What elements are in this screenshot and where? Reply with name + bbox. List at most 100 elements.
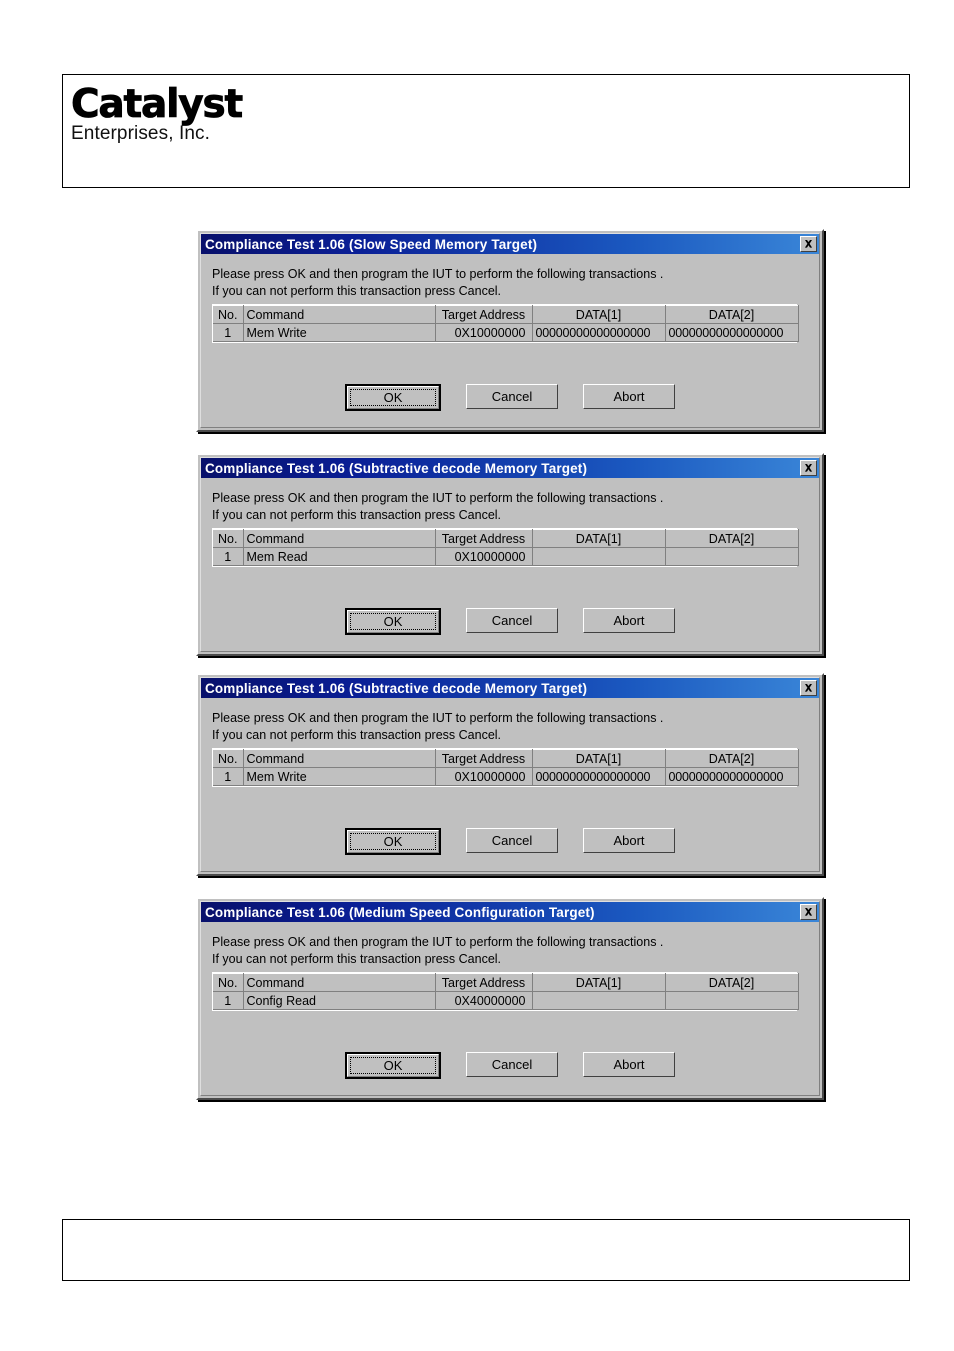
page-footer-box <box>62 1219 910 1281</box>
transaction-grid: No. Command Target Address DATA[1] DATA[… <box>212 528 799 567</box>
grid-header-row: No. Command Target Address DATA[1] DATA[… <box>213 749 799 768</box>
page-header-box: Catalyst Enterprises, Inc. <box>62 74 910 188</box>
cell-data2[interactable] <box>665 991 799 1010</box>
dialog-prompt-line-2: If you can not perform this transaction … <box>212 508 502 522</box>
column-header-no: No. <box>213 305 244 324</box>
dialog-prompt-line-1: Please press OK and then program the IUT… <box>212 935 664 949</box>
dialog-title: Compliance Test 1.06 (Subtractive decode… <box>205 680 588 696</box>
dialog-button-row: OK Cancel Abort <box>201 384 819 411</box>
column-header-no: No. <box>213 973 244 992</box>
company-logo: Catalyst Enterprises, Inc. <box>71 82 244 145</box>
column-header-data2: DATA[2] <box>665 305 799 324</box>
ok-button-label: OK <box>383 614 403 629</box>
cancel-button[interactable]: Cancel <box>466 608 558 633</box>
dialog-titlebar[interactable]: Compliance Test 1.06 (Subtractive decode… <box>201 458 819 478</box>
cell-data2[interactable] <box>665 547 799 566</box>
cancel-button[interactable]: Cancel <box>466 1052 558 1077</box>
column-header-data1: DATA[1] <box>532 973 666 992</box>
table-row[interactable]: 1 Mem Read 0X10000000 <box>213 547 799 566</box>
cell-data1[interactable]: 00000000000000000 <box>532 323 666 342</box>
column-header-command: Command <box>243 749 436 768</box>
cell-command: Config Read <box>243 991 436 1010</box>
cell-command: Mem Write <box>243 767 436 786</box>
column-header-command: Command <box>243 305 436 324</box>
logo-wordmark: Catalyst <box>71 82 244 127</box>
cell-target-address: 0X40000000 <box>435 991 533 1010</box>
dialog-titlebar[interactable]: Compliance Test 1.06 (Slow Speed Memory … <box>201 234 819 254</box>
grid-header-row: No. Command Target Address DATA[1] DATA[… <box>213 305 799 324</box>
column-header-command: Command <box>243 973 436 992</box>
transaction-grid: No. Command Target Address DATA[1] DATA[… <box>212 748 799 787</box>
abort-button-label: Abort <box>613 613 645 628</box>
dialog-button-row: OK Cancel Abort <box>201 828 819 855</box>
close-icon[interactable] <box>800 236 817 252</box>
cell-no: 1 <box>213 323 244 342</box>
compliance-dialog-3[interactable]: Compliance Test 1.06 (Subtractive decode… <box>196 673 824 876</box>
column-header-data1: DATA[1] <box>532 529 666 548</box>
ok-button[interactable]: OK <box>345 608 441 635</box>
close-icon[interactable] <box>800 680 817 696</box>
cell-no: 1 <box>213 991 244 1010</box>
transaction-grid: No. Command Target Address DATA[1] DATA[… <box>212 972 799 1011</box>
page-footer-text <box>63 1220 909 1232</box>
column-header-target-address: Target Address <box>435 973 533 992</box>
column-header-data2: DATA[2] <box>665 529 799 548</box>
dialog-titlebar[interactable]: Compliance Test 1.06 (Subtractive decode… <box>201 678 819 698</box>
abort-button-label: Abort <box>613 389 645 404</box>
ok-button-label: OK <box>383 834 403 849</box>
abort-button[interactable]: Abort <box>583 1052 675 1077</box>
ok-button[interactable]: OK <box>345 1052 441 1079</box>
column-header-no: No. <box>213 749 244 768</box>
ok-button-label: OK <box>383 390 403 405</box>
dialog-prompt-line-2: If you can not perform this transaction … <box>212 952 502 966</box>
cell-target-address: 0X10000000 <box>435 547 533 566</box>
table-row[interactable]: 1 Mem Write 0X10000000 00000000000000000… <box>213 323 799 342</box>
dialog-prompt-line-2: If you can not perform this transaction … <box>212 728 502 742</box>
cancel-button[interactable]: Cancel <box>466 384 558 409</box>
dialog-title: Compliance Test 1.06 (Medium Speed Confi… <box>205 904 595 920</box>
abort-button[interactable]: Abort <box>583 608 675 633</box>
table-row[interactable]: 1 Mem Write 0X10000000 00000000000000000… <box>213 767 799 786</box>
compliance-dialog-4[interactable]: Compliance Test 1.06 (Medium Speed Confi… <box>196 897 824 1100</box>
cell-data2[interactable]: 00000000000000000 <box>665 323 799 342</box>
dialog-prompt-line-2: If you can not perform this transaction … <box>212 284 502 298</box>
column-header-data1: DATA[1] <box>532 749 666 768</box>
column-header-data2: DATA[2] <box>665 973 799 992</box>
cell-data1[interactable] <box>532 547 666 566</box>
ok-button[interactable]: OK <box>345 828 441 855</box>
column-header-target-address: Target Address <box>435 529 533 548</box>
transaction-grid: No. Command Target Address DATA[1] DATA[… <box>212 304 799 343</box>
cell-command: Mem Read <box>243 547 436 566</box>
close-icon[interactable] <box>800 460 817 476</box>
dialog-titlebar[interactable]: Compliance Test 1.06 (Medium Speed Confi… <box>201 902 819 922</box>
dialog-prompt-line-1: Please press OK and then program the IUT… <box>212 711 664 725</box>
ok-button[interactable]: OK <box>345 384 441 411</box>
dialog-button-row: OK Cancel Abort <box>201 1052 819 1079</box>
compliance-dialog-2[interactable]: Compliance Test 1.06 (Subtractive decode… <box>196 453 824 656</box>
cell-no: 1 <box>213 767 244 786</box>
cell-command: Mem Write <box>243 323 436 342</box>
cell-data1[interactable] <box>532 991 666 1010</box>
cancel-button-label: Cancel <box>491 389 533 404</box>
dialog-button-row: OK Cancel Abort <box>201 608 819 635</box>
column-header-target-address: Target Address <box>435 749 533 768</box>
abort-button[interactable]: Abort <box>583 384 675 409</box>
compliance-dialog-1[interactable]: Compliance Test 1.06 (Slow Speed Memory … <box>196 229 824 432</box>
column-header-command: Command <box>243 529 436 548</box>
cancel-button[interactable]: Cancel <box>466 828 558 853</box>
cancel-button-label: Cancel <box>491 613 533 628</box>
table-row[interactable]: 1 Config Read 0X40000000 <box>213 991 799 1010</box>
column-header-target-address: Target Address <box>435 305 533 324</box>
column-header-no: No. <box>213 529 244 548</box>
cell-target-address: 0X10000000 <box>435 323 533 342</box>
column-header-data2: DATA[2] <box>665 749 799 768</box>
cell-data2[interactable]: 00000000000000000 <box>665 767 799 786</box>
cell-data1[interactable]: 00000000000000000 <box>532 767 666 786</box>
cell-target-address: 0X10000000 <box>435 767 533 786</box>
dialog-title: Compliance Test 1.06 (Slow Speed Memory … <box>205 236 538 252</box>
abort-button[interactable]: Abort <box>583 828 675 853</box>
close-icon[interactable] <box>800 904 817 920</box>
ok-button-label: OK <box>383 1058 403 1073</box>
cell-no: 1 <box>213 547 244 566</box>
dialog-title: Compliance Test 1.06 (Subtractive decode… <box>205 460 588 476</box>
